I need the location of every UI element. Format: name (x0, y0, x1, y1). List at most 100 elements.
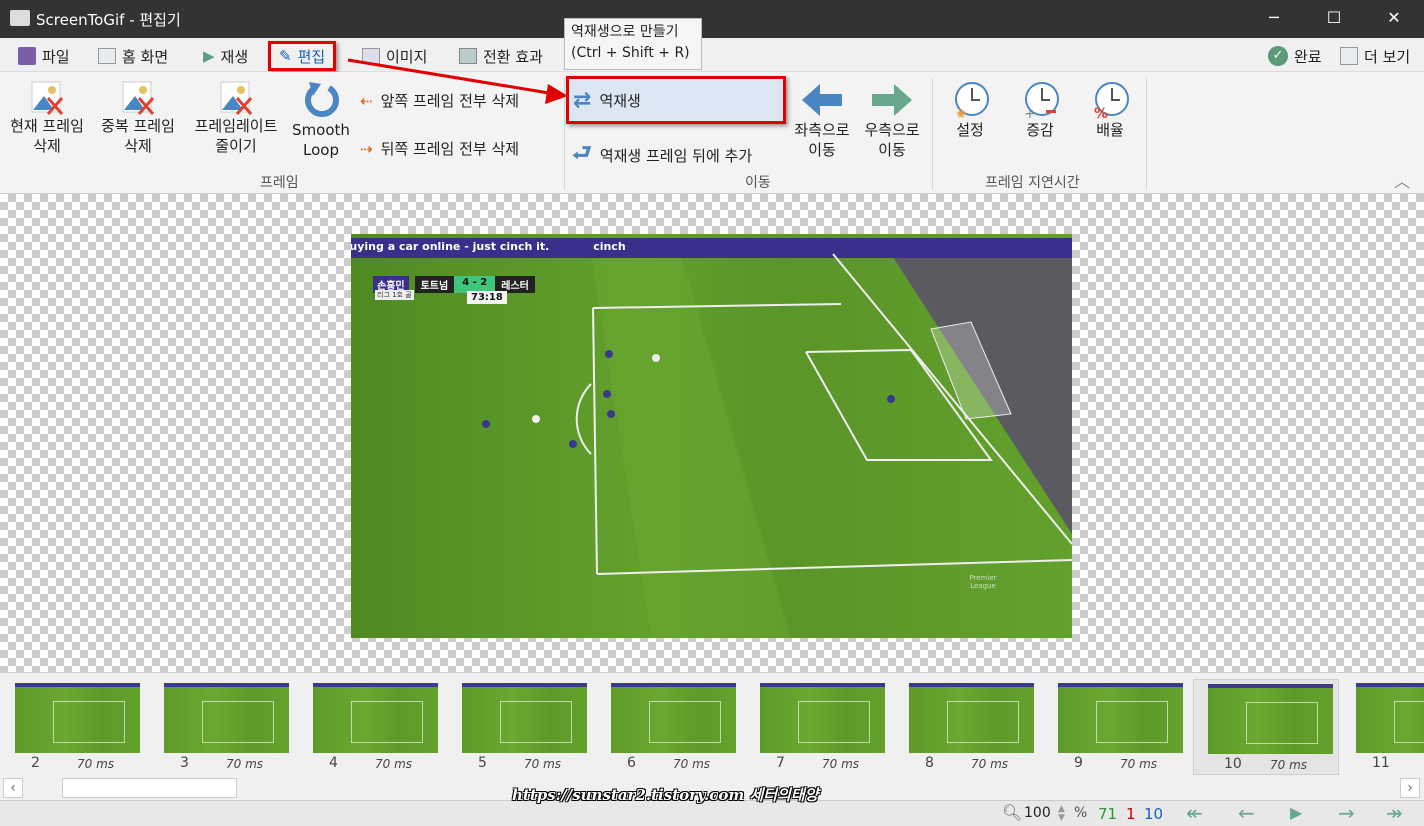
premier-league-logo: Premier League (969, 574, 997, 590)
close-button[interactable]: ✕ (1384, 8, 1404, 28)
group-label-delay: 프레임 지연시간 (985, 175, 1080, 191)
frame-thumbnail (909, 683, 1034, 753)
soccer-frame-image (351, 234, 1072, 638)
frame-item[interactable]: 7 70 ms (746, 679, 892, 775)
svg-text:%: % (1094, 106, 1108, 120)
move-left-button[interactable]: 좌측으로 이동 (788, 80, 856, 160)
scorer-subtitle: 리그 1호 골 (375, 290, 414, 300)
frame-number: 4 (329, 755, 338, 771)
tooltip: 역재생으로 만들기 (Ctrl + Shift + R) (564, 18, 702, 70)
frame-delay: 70 ms (226, 757, 264, 771)
yoyo-button[interactable]: ⮐ 역재생 프레임 뒤에 추가 (572, 136, 752, 174)
group-label-frame: 프레임 (260, 175, 299, 191)
watermark: https://sunstar2.tistory.com 세터의태양 (512, 786, 819, 804)
frame-delay: 70 ms (673, 757, 711, 771)
yoyo-arrows-icon: ⮐ (572, 141, 592, 166)
frame-delay: 70 ms (77, 757, 115, 771)
frame-thumbnail (462, 683, 587, 753)
scroll-left-button[interactable]: ‹ (3, 778, 23, 798)
frame-delay: 70 ms (1270, 758, 1308, 772)
frame-thumbnail (15, 683, 140, 753)
current-frame: 10 (1144, 805, 1164, 823)
minimize-button[interactable]: ─ (1264, 8, 1284, 28)
image-icon (98, 48, 116, 64)
previous-frame-button[interactable]: ← (1238, 801, 1255, 825)
zoom-input[interactable]: 100 (1024, 805, 1051, 821)
selected-frame-count: 1 (1126, 805, 1136, 823)
frame-number: 11 (1372, 755, 1390, 771)
delete-image-icon (31, 81, 64, 115)
last-frame-button[interactable]: ↠ (1386, 801, 1403, 825)
frame-item[interactable]: 8 70 ms (895, 679, 1041, 775)
delete-next-frames-button[interactable]: ⇢ 뒤쪽 프레임 전부 삭제 (360, 138, 519, 159)
frame-delay: 70 ms (822, 757, 860, 771)
frame-item[interactable]: 5 70 ms (448, 679, 594, 775)
divider (1146, 78, 1147, 190)
svg-text:+: + (1024, 106, 1036, 120)
frame-item[interactable]: 9 70 ms (1044, 679, 1190, 775)
frame-number: 2 (31, 755, 40, 771)
frame-preview: Buying a car online - just cinch it. cin… (351, 234, 1072, 638)
delete-image-icon (220, 81, 253, 115)
reduce-framerate-button[interactable]: 프레임레이트 줄이기 (186, 80, 286, 156)
first-frame-button[interactable]: ↞ (1186, 801, 1203, 825)
frame-item[interactable]: 6 70 ms (597, 679, 743, 775)
frame-item[interactable]: 10 70 ms (1193, 679, 1339, 775)
scroll-thumb[interactable] (62, 778, 237, 798)
scroll-right-button[interactable]: › (1400, 778, 1420, 798)
image-icon (1340, 47, 1358, 65)
zoom-stepper[interactable]: ▲ ▼ (1058, 805, 1065, 823)
play-button[interactable]: ▶ (1290, 803, 1302, 822)
more-button[interactable]: 더 보기 (1340, 44, 1410, 68)
frame-delay: 70 ms (971, 757, 1009, 771)
ad-board-brand: cinch (593, 240, 626, 253)
tab-file[interactable]: 파일 (18, 44, 70, 68)
arrow-right-icon (872, 84, 912, 116)
delay-scale-button[interactable]: % 배율 (1086, 80, 1134, 140)
delete-image-icon (122, 81, 155, 115)
tab-playback[interactable]: ▶ 재생 (203, 44, 248, 68)
svg-text:✺: ✺ (956, 107, 966, 120)
frame-number: 6 (627, 755, 636, 771)
next-frame-button[interactable]: → (1338, 801, 1355, 825)
delay-increase-decrease-button[interactable]: + 증감 (1016, 80, 1064, 140)
reverse-button[interactable]: ⇄ 역재생 (566, 76, 786, 124)
frame-item[interactable]: 11 (1342, 679, 1424, 775)
editor-canvas: Buying a car online - just cinch it. cin… (0, 194, 1424, 672)
arrow-right-dashed-icon: ⇢ (360, 139, 373, 158)
group-label-move: 이동 (745, 175, 771, 191)
app-icon (10, 10, 30, 26)
frame-delay: 70 ms (1120, 757, 1158, 771)
frame-list: 2 70 ms 3 70 ms 4 70 ms 5 70 ms 6 70 ms 7 70 ms 8 70 … (0, 672, 1424, 776)
delete-current-frame-button[interactable]: 현재 프레임 삭제 (4, 80, 90, 156)
frame-thumbnail (1208, 684, 1333, 754)
frame-number: 8 (925, 755, 934, 771)
frame-item[interactable]: 3 70 ms (150, 679, 296, 775)
maximize-button[interactable]: ☐ (1324, 8, 1344, 28)
total-frames: 71 (1098, 805, 1118, 823)
check-icon: ✓ (1268, 46, 1288, 66)
frame-delay: 70 ms (524, 757, 562, 771)
delay-set-button[interactable]: ✺ 설정 (946, 80, 994, 140)
collapse-ribbon-icon[interactable]: ︿ (1394, 168, 1410, 192)
pencil-icon: ✎ (279, 47, 292, 65)
move-right-button[interactable]: 우측으로 이동 (858, 80, 926, 160)
tab-edit[interactable]: ✎ 편집 (268, 41, 337, 71)
frame-thumbnail (760, 683, 885, 753)
frame-number: 3 (180, 755, 189, 771)
frame-item[interactable]: 2 70 ms (1, 679, 147, 775)
title-bar: ScreenToGif - 편집기 ─ ☐ ✕ (0, 0, 1424, 38)
frame-item[interactable]: 4 70 ms (299, 679, 445, 775)
frame-thumbnail (313, 683, 438, 753)
delete-duplicates-button[interactable]: 중복 프레임 삭제 (94, 80, 182, 156)
frame-number: 5 (478, 755, 487, 771)
clock-percent-icon: % (1094, 82, 1129, 120)
zoom-icon: 🔍︎ (1002, 803, 1023, 822)
frame-number: 9 (1074, 755, 1083, 771)
frame-number: 10 (1224, 756, 1242, 772)
tab-home[interactable]: 홈 화면 (98, 44, 168, 68)
match-clock: 73:18 (467, 291, 507, 304)
frame-thumbnail (1058, 683, 1183, 753)
clock-plus-minus-icon: + (1024, 82, 1059, 120)
done-button[interactable]: ✓ 완료 (1268, 44, 1322, 68)
